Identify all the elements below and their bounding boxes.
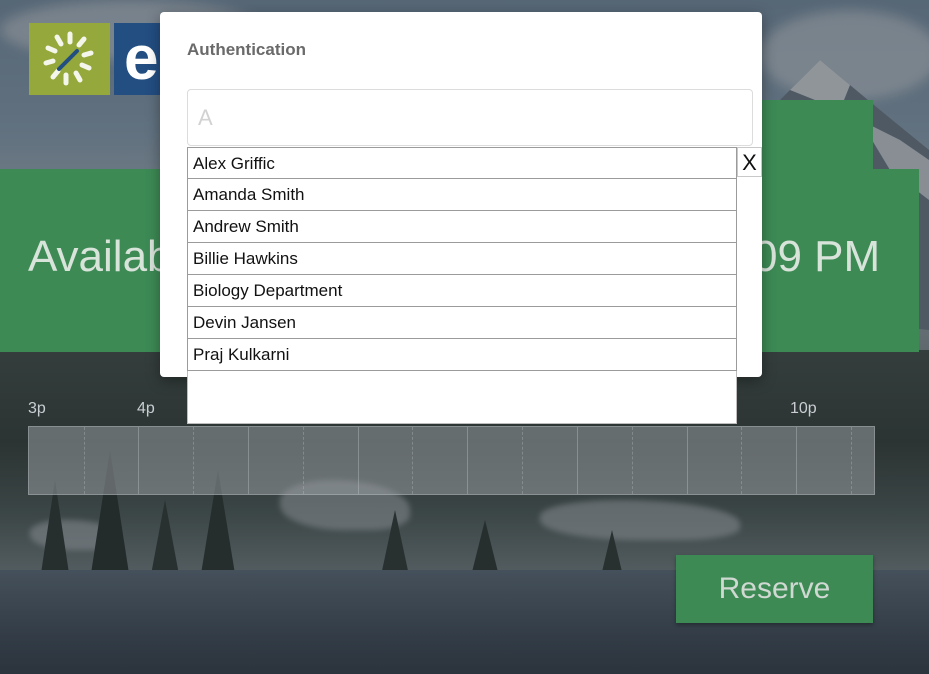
banner-tab bbox=[745, 100, 873, 180]
loading-spinner-icon bbox=[43, 31, 94, 86]
availability-text: Availab bbox=[28, 232, 172, 281]
suggestion-item[interactable]: Alex Griffic bbox=[187, 147, 737, 179]
suggestion-item[interactable]: Amanda Smith bbox=[187, 179, 737, 211]
suggestion-item[interactable]: Praj Kulkarni bbox=[187, 339, 737, 371]
timeline-tick: 3p bbox=[28, 400, 46, 417]
suggestion-item[interactable]: Billie Hawkins bbox=[187, 243, 737, 275]
app-logo bbox=[29, 23, 110, 95]
logo-letter: e bbox=[124, 24, 159, 93]
timeline-tick: 10p bbox=[790, 400, 817, 417]
suggestion-item[interactable]: Devin Jansen bbox=[187, 307, 737, 339]
availability-timeline[interactable] bbox=[28, 426, 875, 495]
timeline-tick: 4p bbox=[137, 400, 155, 417]
suggestion-item[interactable]: Biology Department bbox=[187, 275, 737, 307]
availability-time: 09 PM bbox=[753, 232, 881, 281]
autocomplete-empty-area bbox=[187, 371, 737, 424]
suggestion-item[interactable]: Andrew Smith bbox=[187, 211, 737, 243]
user-search-input[interactable] bbox=[187, 89, 753, 146]
dialog-title: Authentication bbox=[187, 40, 306, 59]
reserve-button[interactable]: Reserve bbox=[676, 555, 873, 623]
autocomplete-list: Alex Griffic Amanda Smith Andrew Smith B… bbox=[187, 147, 737, 424]
close-dropdown-button[interactable]: X bbox=[737, 147, 762, 177]
